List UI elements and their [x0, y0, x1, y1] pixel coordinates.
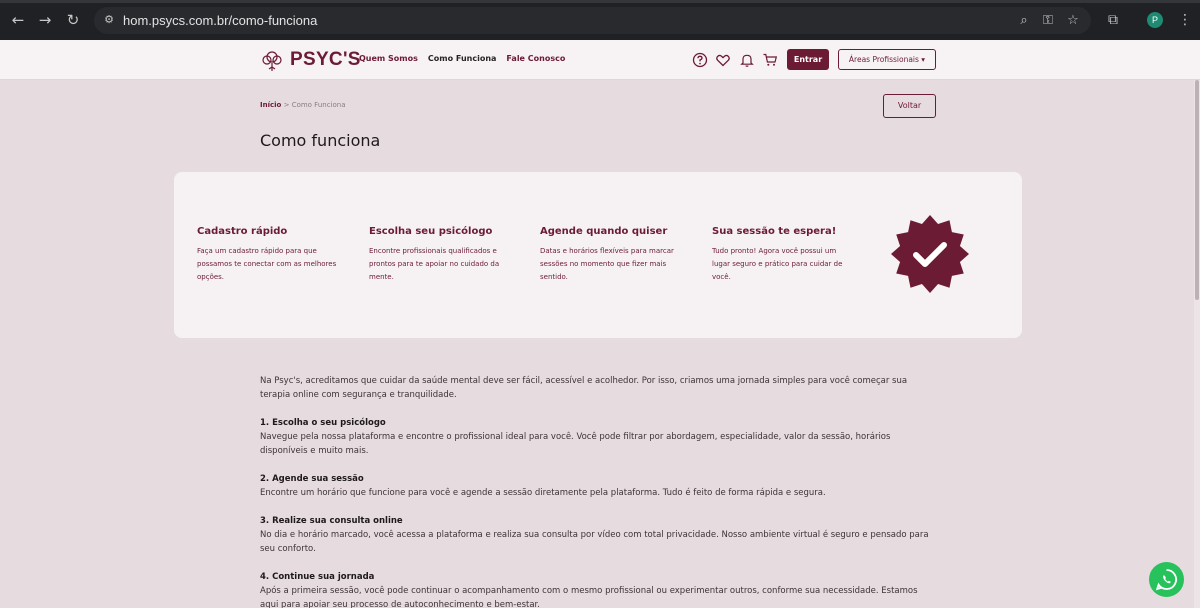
professional-areas-dropdown[interactable]: Áreas Profissionais ▾ [838, 49, 936, 70]
step-title: Cadastro rápido [197, 226, 288, 237]
breadcrumb-separator: > [281, 101, 292, 109]
section-title: 4. Continue sua jornada [260, 572, 375, 582]
site-settings-icon[interactable]: ⚙ [102, 13, 116, 27]
step-title: Agende quando quiser [540, 226, 668, 237]
step-text: Faça um cadastro rápido para que possamo… [197, 247, 337, 281]
breadcrumb-current: Como Funciona [291, 101, 346, 109]
browser-menu-icon[interactable]: ⋮ [1175, 10, 1195, 30]
step-title: Escolha seu psicólogo [369, 226, 493, 237]
browser-chrome: ← → ↻ ⚙ hom.psycs.com.br/como-funciona ⌕… [0, 0, 1200, 40]
profile-avatar[interactable]: P [1147, 12, 1163, 28]
step-card: Escolha seu psicólogo Encontre profissio… [369, 226, 509, 284]
login-button[interactable]: Entrar [787, 49, 829, 70]
section-title: 1. Escolha o seu psicólogo [260, 418, 386, 428]
article-body: Na Psyc's, acreditamos que cuidar da saú… [260, 374, 936, 608]
back-button[interactable]: Voltar [883, 94, 936, 118]
section-text: Navegue pela nossa plataforma e encontre… [260, 432, 891, 456]
verified-badge-icon [891, 215, 969, 293]
site-logo[interactable]: PSYC'S [260, 47, 361, 73]
breadcrumb-home[interactable]: Início [260, 101, 281, 109]
menu-item-como-funciona[interactable]: Como Funciona [428, 54, 497, 63]
steps-card: Cadastro rápido Faça um cadastro rápido … [174, 172, 1022, 338]
page-title: Como funciona [260, 131, 381, 150]
address-bar[interactable]: ⚙ hom.psycs.com.br/como-funciona ⌕ ⚿ ☆ [94, 7, 1091, 34]
article-section: 1. Escolha o seu psicólogo Navegue pela … [260, 416, 936, 458]
article-section: 3. Realize sua consulta online No dia e … [260, 514, 936, 556]
key-icon[interactable]: ⚿ [1040, 13, 1056, 29]
breadcrumb: Início > Como Funciona [260, 101, 346, 109]
tab-strip [0, 0, 1200, 3]
bell-icon[interactable] [739, 52, 755, 68]
section-text: Encontre um horário que funcione para vo… [260, 488, 826, 498]
step-text: Datas e horários flexíveis para marcar s… [540, 247, 674, 281]
step-text: Encontre profissionais qualificados e pr… [369, 247, 500, 281]
section-text: No dia e horário marcado, você acessa a … [260, 530, 929, 554]
logo-text: PSYC'S [290, 49, 361, 70]
article-intro: Na Psyc's, acreditamos que cuidar da saú… [260, 376, 908, 400]
cotton-flower-icon [262, 51, 282, 71]
bookmark-star-icon[interactable]: ☆ [1065, 13, 1081, 29]
section-text: Após a primeira sessão, você pode contin… [260, 586, 918, 608]
back-arrow-icon[interactable]: ← [7, 9, 29, 31]
whatsapp-button[interactable] [1149, 562, 1184, 597]
article-section: 4. Continue sua jornada Após a primeira … [260, 570, 936, 608]
section-title: 2. Agende sua sessão [260, 474, 364, 484]
menu-item-quem-somos[interactable]: Quem Somos [359, 54, 418, 63]
extensions-icon[interactable]: ⧉ [1103, 10, 1123, 30]
whatsapp-icon [1155, 569, 1178, 591]
menu-item-fale-conosco[interactable]: Fale Conosco [506, 54, 565, 63]
forward-arrow-icon[interactable]: → [34, 9, 56, 31]
page-scrollbar[interactable] [1194, 80, 1200, 608]
main-menu: Quem Somos Como Funciona Fale Conosco [359, 54, 565, 63]
step-card: Sua sessão te espera! Tudo pronto! Agora… [712, 226, 852, 284]
scrollbar-thumb[interactable] [1195, 80, 1199, 300]
step-card: Cadastro rápido Faça um cadastro rápido … [197, 226, 337, 284]
help-icon[interactable] [692, 52, 708, 68]
heart-icon[interactable] [715, 52, 731, 68]
step-title: Sua sessão te espera! [712, 226, 837, 237]
zoom-icon[interactable]: ⌕ [1016, 13, 1032, 29]
cart-icon[interactable] [762, 52, 778, 68]
step-text: Tudo pronto! Agora você possui um lugar … [712, 247, 843, 281]
site-header: PSYC'S Quem Somos Como Funciona Fale Con… [0, 40, 1200, 80]
section-title: 3. Realize sua consulta online [260, 516, 403, 526]
reload-icon[interactable]: ↻ [62, 9, 84, 31]
step-card: Agende quando quiser Datas e horários fl… [540, 226, 680, 284]
url-text[interactable]: hom.psycs.com.br/como-funciona [123, 12, 317, 29]
article-section: 2. Agende sua sessão Encontre um horário… [260, 472, 936, 500]
